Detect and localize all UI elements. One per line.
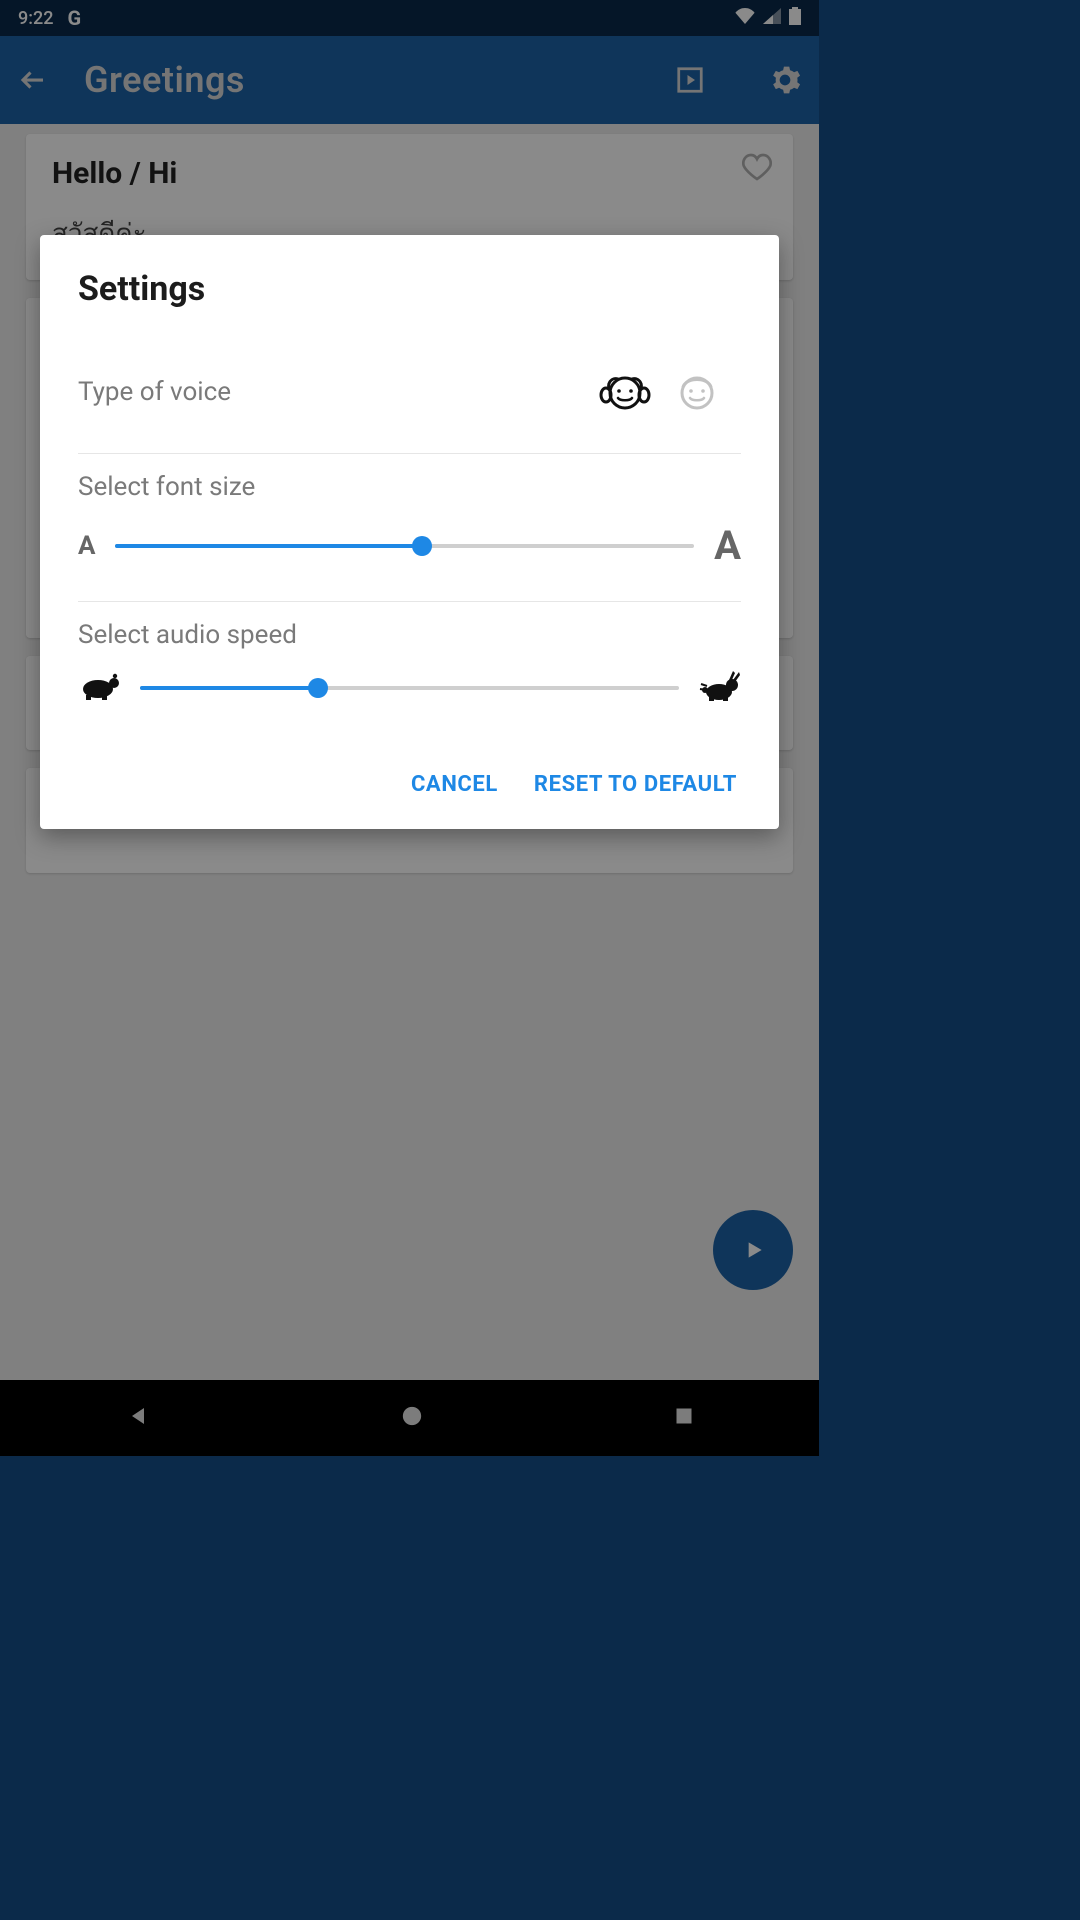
reset-to-default-button[interactable]: Reset to default <box>530 764 741 805</box>
voice-type-label: Type of voice <box>78 377 231 407</box>
audio-speed-slider[interactable] <box>140 672 679 704</box>
voice-type-toggle[interactable] <box>581 363 741 421</box>
font-small-icon: A <box>78 531 95 561</box>
turtle-icon <box>78 671 120 705</box>
dialog-title: Settings <box>78 269 741 309</box>
voice-male-icon[interactable] <box>661 363 733 421</box>
font-size-label: Select font size <box>78 472 741 502</box>
cancel-button[interactable]: Cancel <box>407 764 502 805</box>
audio-speed-label: Select audio speed <box>78 620 741 650</box>
rabbit-icon <box>699 670 741 706</box>
font-big-icon: A <box>714 522 741 569</box>
font-size-slider[interactable] <box>115 530 694 562</box>
voice-female-icon[interactable] <box>589 363 661 421</box>
settings-dialog: Settings Type of voice <box>40 235 779 829</box>
